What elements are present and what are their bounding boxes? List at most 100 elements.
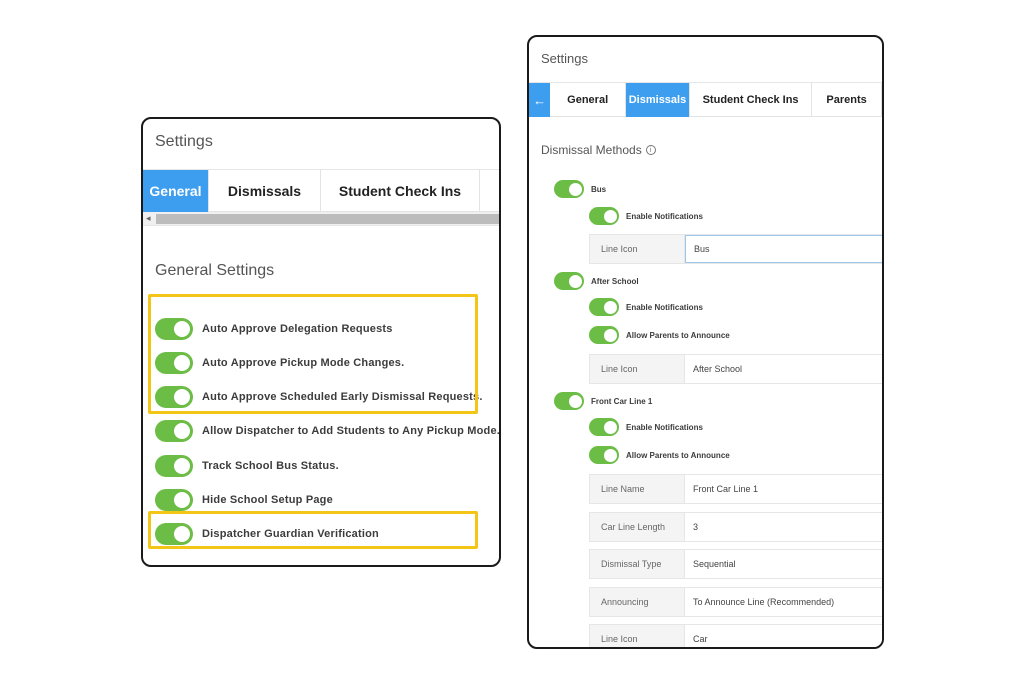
toggle-knob — [174, 526, 190, 542]
toggle-knob — [174, 355, 190, 371]
toggle-switch[interactable] — [155, 420, 193, 442]
tab-dismissals[interactable]: Dismissals — [625, 83, 690, 117]
option-label: Allow Parents to Announce — [626, 450, 730, 460]
tab-general[interactable]: General — [143, 170, 209, 212]
option-label: Enable Notifications — [626, 422, 703, 432]
setting-label: Auto Approve Delegation Requests — [202, 323, 393, 335]
setting-auto-approve-pickup-mode: Auto Approve Pickup Mode Changes. — [155, 350, 404, 376]
tab-dismissals[interactable]: Dismissals — [209, 170, 321, 212]
toggle-switch[interactable] — [155, 386, 193, 408]
tab-bar: General Dismissals Student Check Ins — [143, 170, 499, 212]
toggle-knob — [603, 328, 617, 342]
dismissal-type-field: Dismissal Type Sequential — [589, 549, 882, 579]
method-bus: Bus — [554, 180, 606, 198]
method-label: Front Car Line 1 — [591, 396, 653, 406]
toggle-knob — [174, 458, 190, 474]
field-label: Dismissal Type — [589, 550, 685, 578]
field-label: Line Icon — [589, 625, 685, 647]
panel-title: Settings — [155, 133, 213, 150]
setting-label: Auto Approve Scheduled Early Dismissal R… — [202, 391, 483, 403]
toggle-switch[interactable] — [155, 318, 193, 340]
section-title: General Settings — [155, 262, 275, 279]
horizontal-scrollbar[interactable]: ◂ — [143, 212, 499, 226]
field-label: Line Icon — [589, 235, 685, 263]
back-arrow-icon[interactable]: ← — [529, 83, 551, 117]
panel-title: Settings — [541, 51, 588, 66]
toggle-knob — [603, 448, 617, 462]
setting-label: Dispatcher Guardian Verification — [202, 528, 379, 540]
after-school-line-icon-field: Line Icon After School — [589, 354, 882, 384]
car-line-icon-field: Line Icon Car — [589, 624, 882, 647]
option-label: Enable Notifications — [626, 302, 703, 312]
info-icon[interactable]: i — [645, 145, 656, 155]
toggle-switch[interactable] — [589, 446, 619, 464]
toggle-switch[interactable] — [155, 523, 193, 545]
method-after-school: After School — [554, 272, 639, 290]
toggle-knob — [174, 389, 190, 405]
bus-enable-notifications: Enable Notifications — [589, 207, 703, 225]
car-line-length-field: Car Line Length 3 — [589, 512, 882, 542]
section-title: Dismissal Methods i — [541, 143, 656, 157]
tab-student-check-ins[interactable]: Student Check Ins — [321, 170, 480, 212]
announcing-field: Announcing To Announce Line (Recommended… — [589, 587, 882, 617]
toggle-knob — [603, 300, 617, 314]
toggle-knob — [568, 182, 582, 196]
dismissal-settings-panel: Settings ← General Dismissals Student Ch… — [527, 35, 884, 649]
method-label: Bus — [591, 184, 607, 194]
setting-allow-dispatcher-add-students: Allow Dispatcher to Add Students to Any … — [155, 418, 501, 444]
setting-label: Track School Bus Status. — [202, 460, 339, 472]
field-label: Car Line Length — [589, 513, 685, 541]
section-title-text: Dismissal Methods — [541, 143, 642, 157]
toggle-knob — [174, 492, 190, 508]
scroll-left-icon[interactable]: ◂ — [146, 213, 151, 224]
tab-student-check-ins[interactable]: Student Check Ins — [690, 83, 813, 117]
method-front-car-line: Front Car Line 1 — [554, 392, 652, 410]
toggle-knob — [174, 321, 190, 337]
setting-dispatcher-guardian-verification: Dispatcher Guardian Verification — [155, 521, 379, 547]
scrollbar-thumb[interactable] — [156, 214, 499, 224]
setting-track-school-bus: Track School Bus Status. — [155, 453, 339, 479]
option-label: Enable Notifications — [626, 211, 703, 221]
general-settings-panel: Settings General Dismissals Student Chec… — [141, 117, 501, 567]
toggle-switch[interactable] — [155, 455, 193, 477]
option-label: Allow Parents to Announce — [626, 330, 730, 340]
field-value[interactable]: Front Car Line 1 — [685, 475, 882, 503]
toggle-switch[interactable] — [155, 489, 193, 511]
field-value[interactable]: Bus — [685, 235, 882, 263]
toggle-switch[interactable] — [155, 352, 193, 374]
field-label: Announcing — [589, 588, 685, 616]
field-value[interactable]: 3 — [685, 513, 882, 541]
setting-auto-approve-early-dismissal: Auto Approve Scheduled Early Dismissal R… — [155, 384, 483, 410]
toggle-switch[interactable] — [554, 392, 584, 410]
toggle-knob — [568, 274, 582, 288]
field-label: Line Name — [589, 475, 685, 503]
setting-label: Auto Approve Pickup Mode Changes. — [202, 357, 405, 369]
toggle-knob — [568, 394, 582, 408]
field-value[interactable]: Sequential — [685, 550, 882, 578]
toggle-knob — [603, 209, 617, 223]
bus-line-icon-field: Line Icon Bus — [589, 234, 882, 264]
line-name-field: Line Name Front Car Line 1 — [589, 474, 882, 504]
tab-bar: ← General Dismissals Student Check Ins P… — [529, 83, 882, 117]
setting-label: Hide School Setup Page — [202, 494, 333, 506]
setting-auto-approve-delegation: Auto Approve Delegation Requests — [155, 316, 393, 342]
toggle-switch[interactable] — [554, 180, 584, 198]
field-value[interactable]: Car — [685, 625, 882, 647]
tab-parents[interactable]: Parents — [812, 83, 882, 117]
toggle-knob — [603, 420, 617, 434]
toggle-switch[interactable] — [554, 272, 584, 290]
setting-hide-school-setup: Hide School Setup Page — [155, 487, 333, 513]
toggle-switch[interactable] — [589, 298, 619, 316]
toggle-switch[interactable] — [589, 207, 619, 225]
method-label: After School — [591, 276, 639, 286]
tab-general[interactable]: General — [550, 83, 626, 117]
toggle-switch[interactable] — [589, 418, 619, 436]
field-value[interactable]: After School — [685, 355, 882, 383]
front-car-line-allow-parents: Allow Parents to Announce — [589, 446, 730, 464]
toggle-switch[interactable] — [589, 326, 619, 344]
setting-label: Allow Dispatcher to Add Students to Any … — [202, 425, 501, 437]
toggle-knob — [174, 423, 190, 439]
front-car-line-enable-notifications: Enable Notifications — [589, 418, 703, 436]
after-school-allow-parents: Allow Parents to Announce — [589, 326, 730, 344]
field-value[interactable]: To Announce Line (Recommended) — [685, 588, 882, 616]
